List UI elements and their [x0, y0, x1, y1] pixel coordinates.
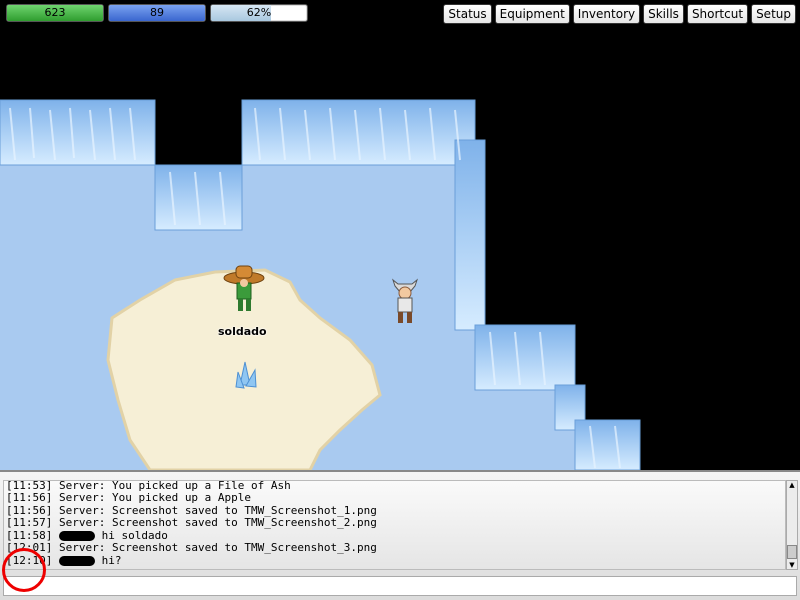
status-button[interactable]: Status — [443, 4, 492, 24]
chat-timestamp: [11:56] — [6, 503, 59, 517]
setup-button[interactable]: Setup — [751, 4, 796, 24]
chat-lines: [11:53] Server: You picked up a File of … — [6, 480, 783, 568]
window-menu: Status Equipment Inventory Skills Shortc… — [443, 4, 796, 24]
chat-timestamp: [11:58] — [6, 528, 59, 542]
chat-line: [12:10] hi? — [6, 553, 783, 568]
chat-message: hi soldado — [101, 528, 168, 542]
shortcut-button[interactable]: Shortcut — [686, 4, 749, 24]
inventory-button[interactable]: Inventory — [572, 4, 641, 24]
scroll-up-icon[interactable]: ▲ — [787, 481, 797, 489]
redacted-name — [58, 555, 95, 566]
xp-bar: 62% — [210, 4, 308, 22]
chat-line: [12:01] Server: Screenshot saved to TMW_… — [6, 541, 783, 555]
hp-value: 623 — [44, 6, 66, 19]
scroll-thumb[interactable] — [787, 545, 797, 559]
mp-bar: 89 — [108, 4, 206, 22]
scroll-down-icon[interactable]: ▼ — [787, 561, 797, 569]
game-map[interactable] — [0, 0, 800, 470]
chat-message: Server: Screenshot saved to TMW_Screensh… — [58, 516, 377, 529]
chat-timestamp: [11:57] — [6, 516, 59, 529]
chat-input[interactable] — [3, 576, 797, 596]
timestamp-highlight-circle — [2, 548, 46, 592]
chat-timestamp: [11:56] — [6, 491, 59, 504]
chat-message: hi? — [101, 553, 122, 567]
player-name-label: soldado — [218, 325, 267, 338]
chat-message: Server: Screenshot saved to TMW_Screensh… — [58, 541, 377, 554]
chat-window: [11:53] Server: You picked up a File of … — [0, 470, 800, 600]
xp-value: 62% — [246, 6, 272, 19]
chat-message: Server: Screenshot saved to TMW_Screensh… — [58, 503, 377, 517]
chat-scrollbar[interactable]: ▲ ▼ — [786, 480, 798, 570]
chat-message: Server: You picked up a Apple — [58, 491, 252, 504]
equipment-button[interactable]: Equipment — [494, 4, 570, 24]
skills-button[interactable]: Skills — [643, 4, 684, 24]
chat-log[interactable]: [11:53] Server: You picked up a File of … — [3, 480, 786, 570]
hp-bar: 623 — [6, 4, 104, 22]
chat-message: Server: You picked up a File of Ash — [58, 480, 291, 492]
redacted-name — [58, 530, 95, 541]
mp-value: 89 — [150, 6, 164, 19]
chat-timestamp: [11:53] — [6, 480, 59, 492]
